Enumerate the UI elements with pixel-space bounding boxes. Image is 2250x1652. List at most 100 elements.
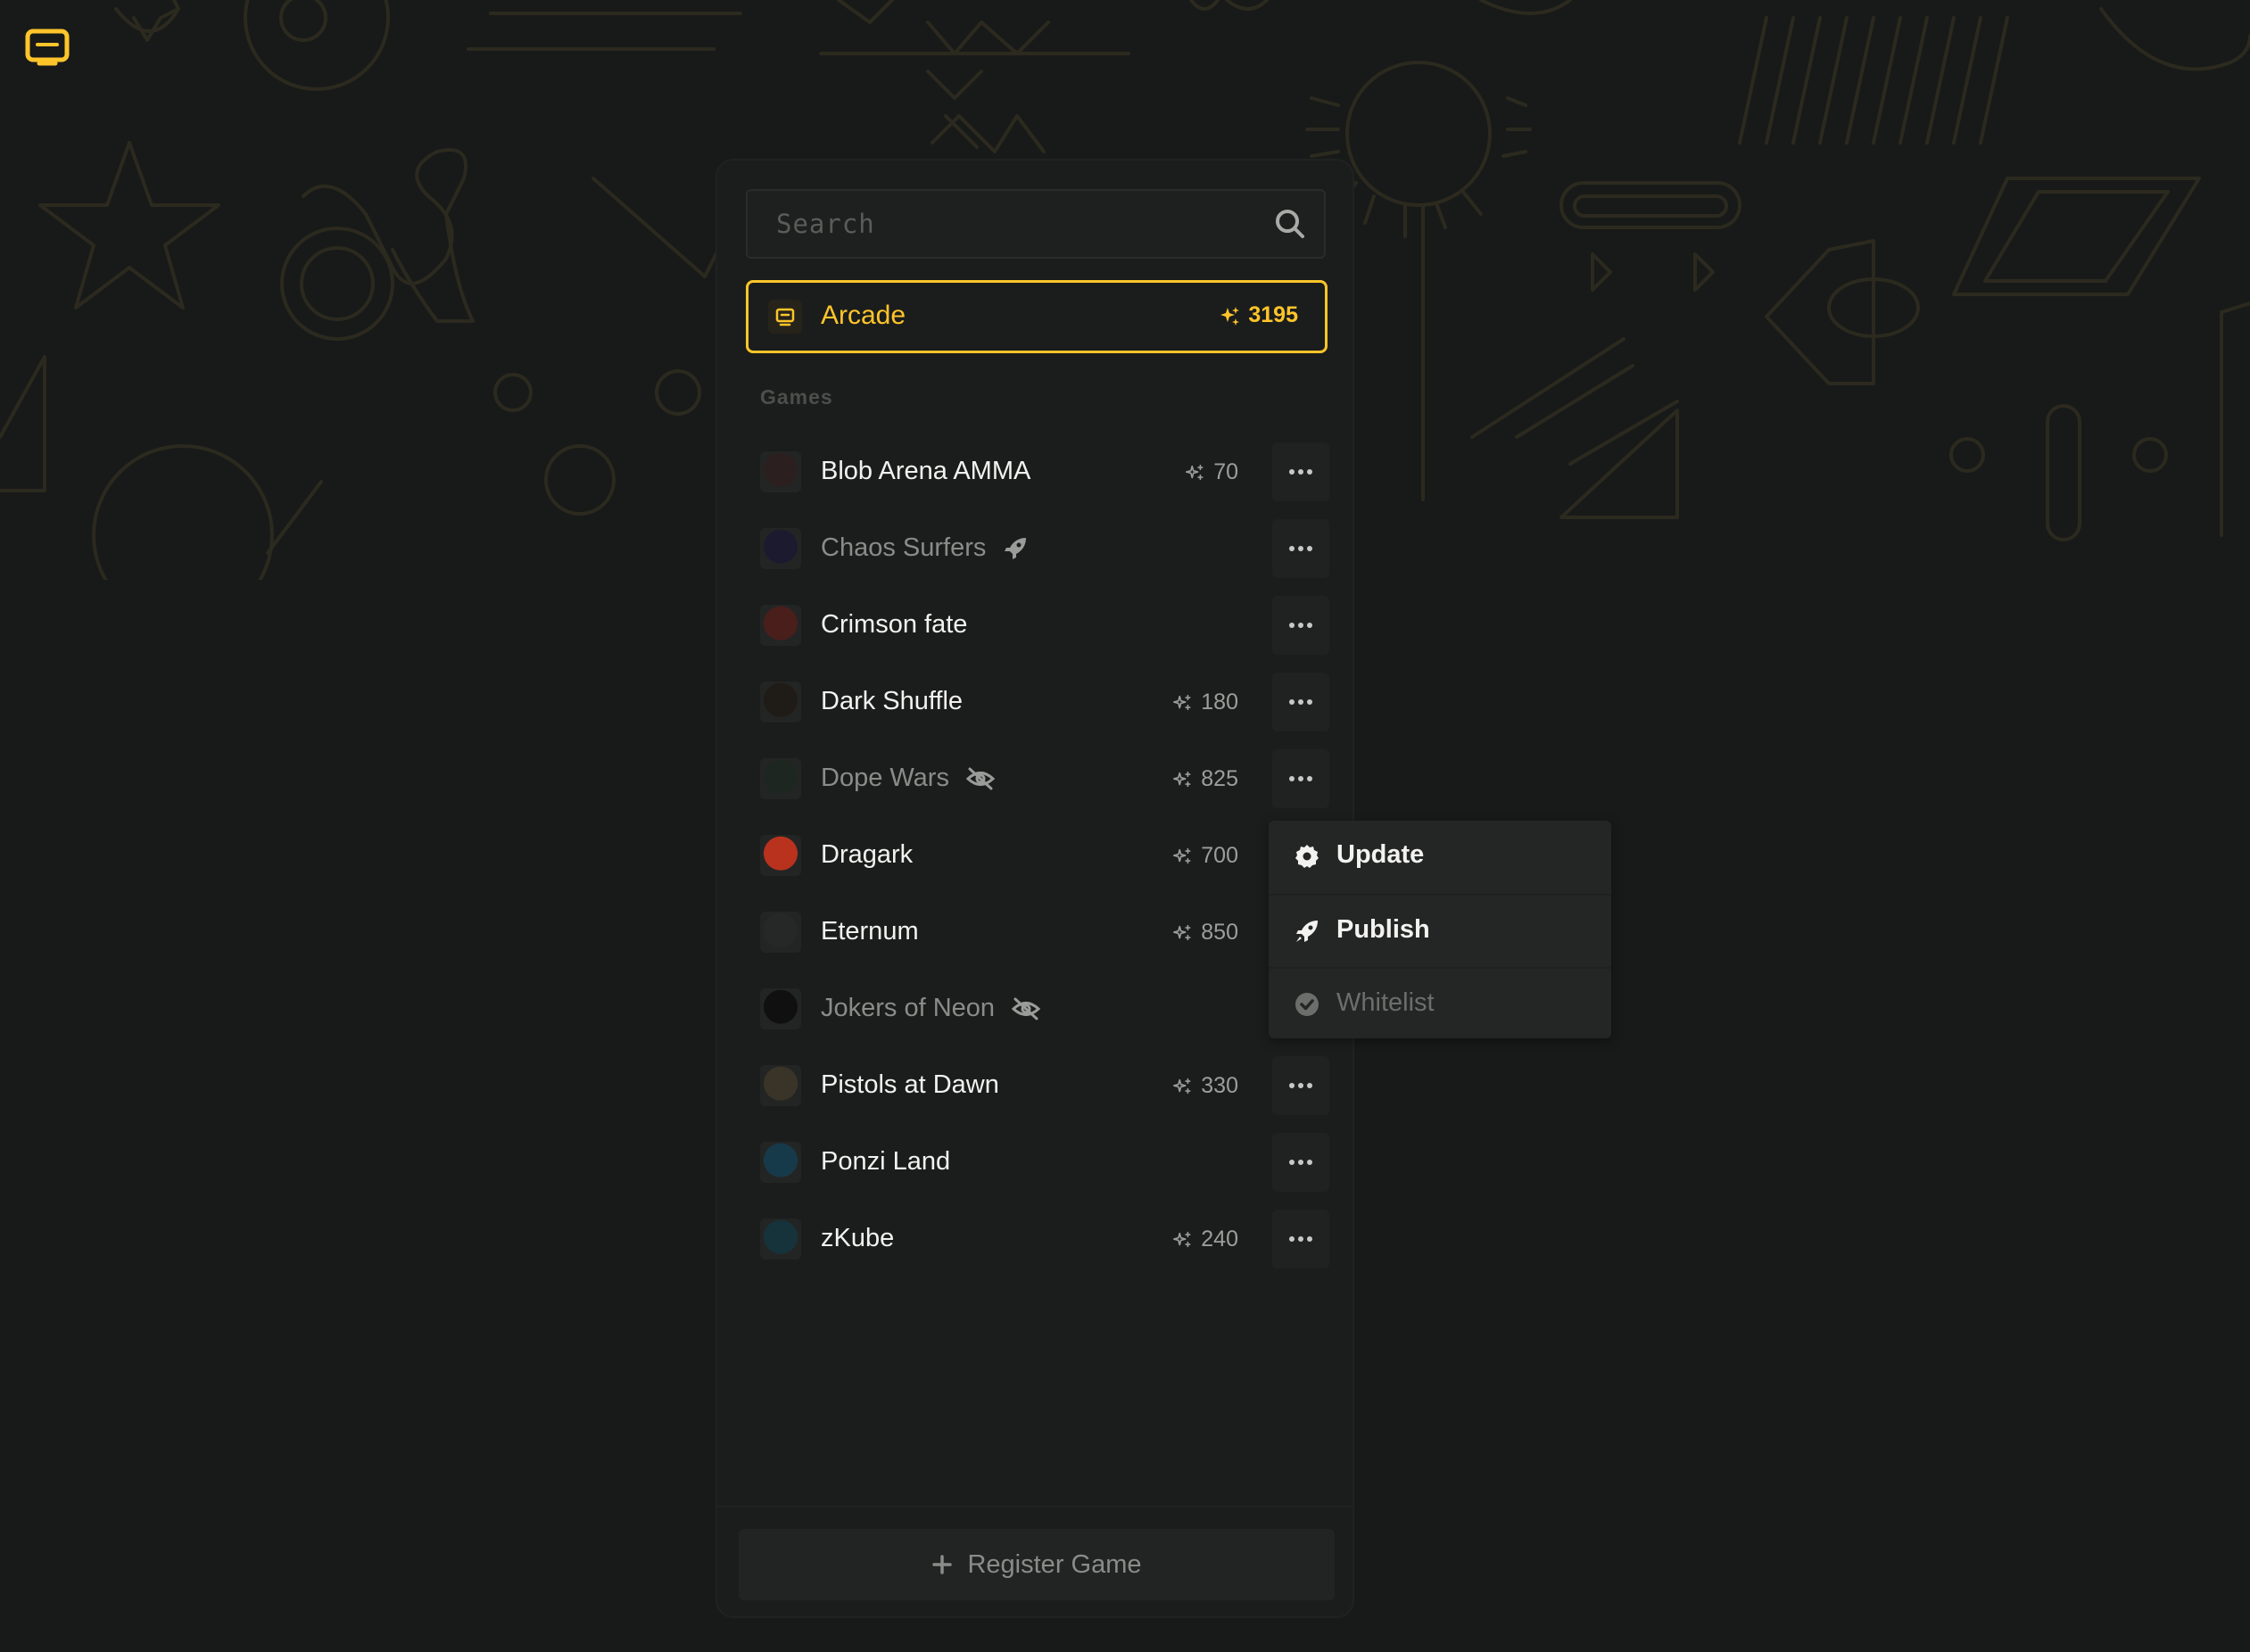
- game-row[interactable]: Ponzi Land: [760, 1133, 1331, 1192]
- more-options-button[interactable]: [1272, 749, 1329, 808]
- more-options-icon: [1289, 1160, 1312, 1165]
- gear-icon: [1294, 843, 1320, 870]
- more-options-icon: [1289, 1236, 1312, 1242]
- game-thumbnail: [760, 1065, 801, 1106]
- app-logo-icon[interactable]: [25, 29, 70, 68]
- game-thumbnail: [760, 681, 801, 723]
- game-name: Blob Arena AMMA: [821, 457, 1031, 485]
- more-options-icon: [1289, 699, 1312, 705]
- sparkle-icon: [1173, 924, 1191, 940]
- game-row[interactable]: Eternum 850: [760, 903, 1331, 962]
- game-name: Pistols at Dawn: [821, 1070, 999, 1099]
- search-input[interactable]: [748, 191, 1247, 257]
- game-name: zKube: [821, 1224, 895, 1252]
- game-points-value: 180: [1201, 690, 1238, 714]
- game-name: Jokers of Neon: [821, 994, 996, 1022]
- game-row[interactable]: Dark Shuffle 180: [760, 673, 1331, 731]
- game-row[interactable]: Dope Wars 825: [760, 749, 1331, 808]
- register-game-button[interactable]: Register Game: [739, 1529, 1335, 1600]
- game-points-value: 240: [1201, 1227, 1238, 1251]
- game-points-value: 850: [1201, 920, 1238, 945]
- menu-item-update[interactable]: Update: [1269, 821, 1611, 892]
- game-points: 850: [1172, 920, 1238, 946]
- more-options-icon: [1289, 469, 1312, 475]
- more-options-button[interactable]: [1272, 1056, 1329, 1115]
- game-row[interactable]: Dragark 700: [760, 826, 1331, 885]
- sparkle-icon: [1220, 306, 1240, 326]
- game-thumbnail: [760, 605, 801, 646]
- more-options-button[interactable]: [1272, 1210, 1329, 1268]
- plus-icon: [932, 1555, 953, 1574]
- more-options-button[interactable]: [1272, 519, 1329, 578]
- sparkle-icon: [1173, 1078, 1191, 1094]
- game-thumbnail: [760, 912, 801, 953]
- sparkle-icon: [1173, 771, 1191, 787]
- arcade-points-value: 3195: [1248, 302, 1298, 327]
- games-section-title: Games: [760, 385, 833, 409]
- game-context-menu: Update Publish Whitelist: [1269, 821, 1611, 1038]
- eye-off-icon: [965, 765, 996, 792]
- arcade-label: Arcade: [821, 301, 906, 330]
- game-thumbnail: [760, 988, 801, 1029]
- game-thumbnail: [760, 1142, 801, 1183]
- more-options-button[interactable]: [1272, 1133, 1329, 1192]
- game-name: Dragark: [821, 840, 914, 869]
- menu-item-label: Publish: [1336, 915, 1430, 944]
- game-row[interactable]: Crimson fate: [760, 596, 1331, 655]
- arcade-points: 3195: [1220, 302, 1298, 328]
- game-thumbnail: [760, 528, 801, 569]
- eye-off-icon: [1011, 995, 1041, 1022]
- arcade-icon: [775, 308, 795, 326]
- sparkle-icon: [1173, 694, 1191, 710]
- check-circle-icon: [1294, 991, 1320, 1018]
- more-options-icon: [1289, 546, 1312, 551]
- menu-item-label: Update: [1336, 840, 1425, 869]
- menu-item-label: Whitelist: [1336, 988, 1435, 1017]
- sparkle-icon: [1173, 1231, 1191, 1247]
- game-thumbnail: [760, 758, 801, 799]
- game-name: Dope Wars: [821, 764, 949, 792]
- game-name: Crimson fate: [821, 610, 968, 639]
- game-points-value: 330: [1201, 1073, 1238, 1098]
- game-name: Chaos Surfers: [821, 533, 987, 562]
- games-panel: Arcade 3195 Games Blob Arena AMMA 70 Chaos…: [716, 159, 1354, 1618]
- game-points: 825: [1172, 766, 1238, 792]
- game-points-value: 70: [1213, 459, 1238, 484]
- rocket-icon: [1294, 918, 1320, 945]
- register-game-label: Register Game: [967, 1549, 1142, 1579]
- more-options-icon: [1289, 776, 1312, 781]
- game-thumbnail: [760, 1218, 801, 1260]
- sparkle-icon: [1173, 847, 1191, 863]
- game-points-value: 825: [1201, 766, 1238, 791]
- game-thumbnail: [760, 451, 801, 492]
- menu-item-publish[interactable]: Publish: [1269, 894, 1611, 967]
- search-box: [746, 189, 1326, 259]
- game-row[interactable]: Blob Arena AMMA 70: [760, 442, 1331, 501]
- more-options-icon: [1289, 623, 1312, 628]
- more-options-button[interactable]: [1272, 596, 1329, 655]
- more-options-button[interactable]: [1272, 673, 1329, 731]
- more-options-icon: [1289, 1083, 1312, 1088]
- game-name: Ponzi Land: [821, 1147, 951, 1176]
- sparkle-icon: [1186, 464, 1204, 480]
- game-points: 240: [1172, 1227, 1238, 1252]
- arcade-item[interactable]: Arcade 3195: [746, 280, 1328, 353]
- game-row[interactable]: Pistols at Dawn 330: [760, 1056, 1331, 1115]
- more-options-button[interactable]: [1272, 442, 1329, 501]
- game-thumbnail: [760, 835, 801, 876]
- rocket-icon: [1002, 535, 1032, 562]
- arcade-thumb: [768, 300, 802, 334]
- game-points-value: 700: [1201, 843, 1238, 868]
- game-name: Dark Shuffle: [821, 687, 964, 715]
- game-row[interactable]: zKube 240: [760, 1210, 1331, 1268]
- footer-divider: [717, 1506, 1352, 1507]
- game-points: 700: [1172, 843, 1238, 869]
- game-row[interactable]: Chaos Surfers: [760, 519, 1331, 578]
- game-name: Eternum: [821, 917, 919, 946]
- game-points: 70: [1185, 459, 1238, 485]
- menu-item-whitelist[interactable]: Whitelist: [1269, 967, 1611, 1040]
- game-row[interactable]: Jokers of Neon: [760, 979, 1331, 1038]
- search-icon[interactable]: [1274, 208, 1306, 240]
- game-points: 330: [1172, 1073, 1238, 1099]
- game-points: 180: [1172, 690, 1238, 715]
